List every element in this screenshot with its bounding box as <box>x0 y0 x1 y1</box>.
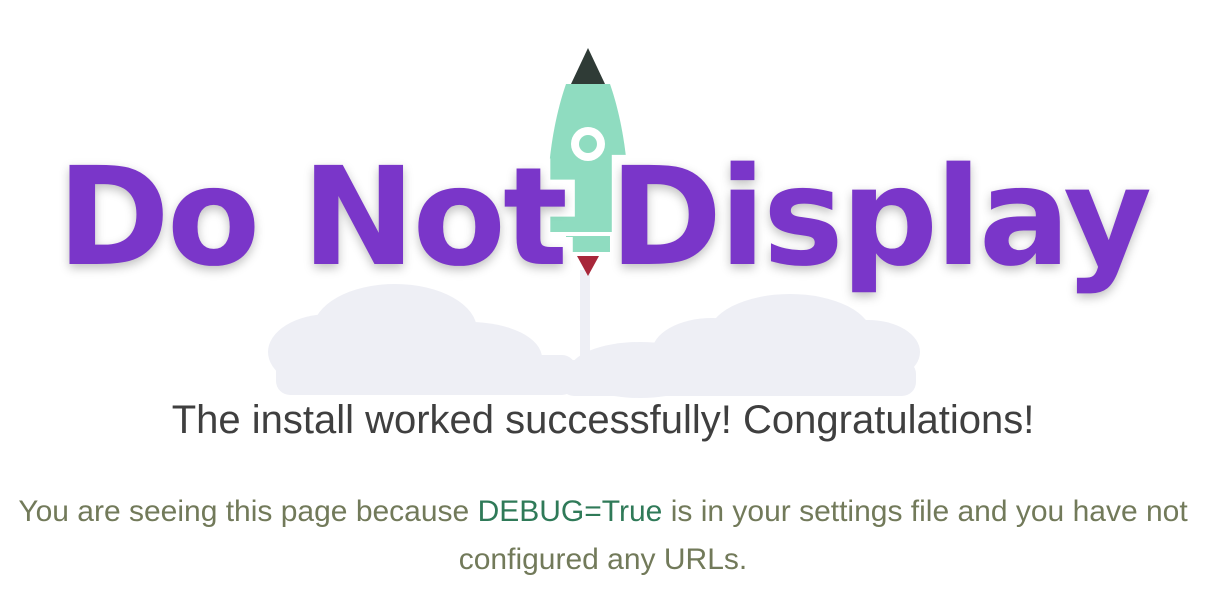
cloud-left <box>268 284 576 395</box>
cloud-right <box>560 294 920 398</box>
explanation-text-part1: You are seeing this page because <box>18 495 478 528</box>
rocket-nose <box>571 48 605 84</box>
success-headline: The install worked successfully! Congrat… <box>171 398 1035 442</box>
django-welcome-page: Do Not Display The install worked succes… <box>0 0 1206 590</box>
debug-flag-text: DEBUG=True <box>477 495 663 528</box>
do-not-display-overlay: Do Not Display <box>47 139 1162 297</box>
debug-explanation: You are seeing this page because DEBUG=T… <box>0 488 1206 584</box>
